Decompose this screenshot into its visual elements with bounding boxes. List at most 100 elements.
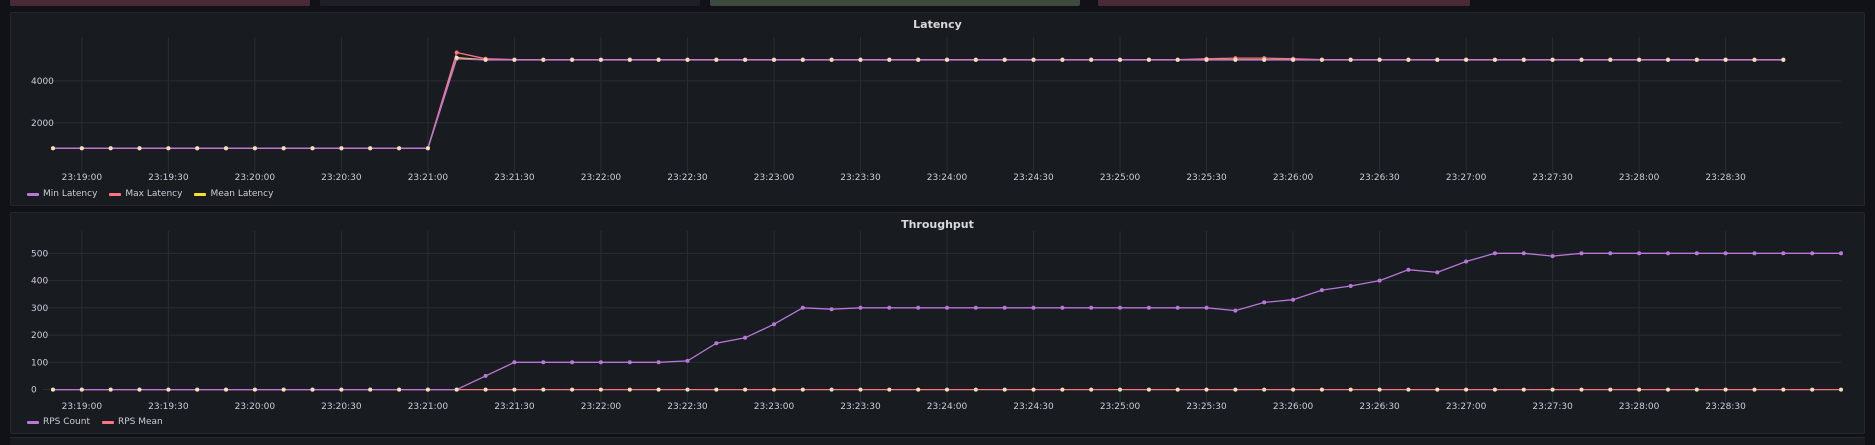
x-tick-label: 23:28:30 (1705, 402, 1746, 412)
data-point-mean-latency (1781, 57, 1786, 62)
legend-item-rps-count[interactable]: RPS Count (27, 417, 90, 427)
data-point-rps-mean (887, 387, 892, 392)
data-point-rps-count (598, 360, 603, 365)
latency-panel[interactable]: Latency 2000 4000 23:19:00 23:19:30 23:20:00… (10, 12, 1865, 206)
data-point-mean-latency (425, 146, 430, 151)
data-point-mean-latency (829, 57, 834, 62)
data-point-rps-count (858, 305, 863, 310)
data-point-mean-latency (1060, 57, 1065, 62)
data-point-rps-mean (1319, 387, 1324, 392)
top-panel-block-2[interactable] (320, 0, 700, 6)
legend-item-min-latency[interactable]: Min Latency (27, 189, 97, 199)
data-point-mean-latency (1666, 57, 1670, 62)
data-point-mean-latency (627, 57, 632, 62)
data-point-rps-mean (51, 387, 55, 392)
x-tick-label: 23:19:30 (148, 402, 189, 412)
data-point-rps-count (1262, 300, 1267, 305)
y-tick-label: 500 (31, 249, 48, 259)
legend-item-mean-latency[interactable]: Mean Latency (194, 189, 273, 199)
data-point-rps-mean (598, 387, 603, 392)
legend-label-rps-count: RPS Count (43, 417, 90, 427)
data-point-rps-count (1118, 305, 1122, 310)
data-point-rps-count (1579, 251, 1584, 256)
legend-label-min-latency: Min Latency (43, 189, 98, 199)
data-point-mean-latency (1002, 57, 1007, 62)
top-panel-block-4[interactable] (1098, 0, 1470, 6)
data-point-mean-latency (1550, 57, 1555, 62)
x-tick-label: 23:22:00 (581, 402, 622, 412)
x-tick-label: 23:23:00 (754, 173, 795, 183)
x-tick-label: 23:26:00 (1273, 173, 1314, 183)
data-point-rps-mean (1608, 387, 1613, 392)
data-point-rps-mean (281, 387, 286, 392)
x-tick-label: 23:25:30 (1186, 173, 1227, 183)
data-point-rps-count (1204, 305, 1209, 310)
data-point-mean-latency (51, 146, 55, 151)
data-point-rps-mean (1521, 387, 1526, 392)
data-point-mean-latency (483, 57, 488, 62)
top-panel-block-3[interactable] (710, 0, 1080, 6)
data-point-rps-mean (973, 387, 978, 392)
y-tick-label: 200 (31, 331, 48, 341)
data-point-rps-count (1031, 305, 1036, 310)
data-point-rps-mean (310, 387, 315, 392)
data-point-mean-latency (1146, 57, 1151, 62)
series-line-mean-latency (53, 57, 1784, 149)
throughput-legend: RPS Count RPS Mean (27, 417, 163, 427)
top-panel-strip (0, 0, 1875, 8)
data-point-rps-count (714, 341, 719, 346)
data-point-rps-count (772, 322, 776, 327)
data-point-rps-count (1550, 254, 1555, 259)
data-point-mean-latency (1579, 57, 1584, 62)
series-line-max-latency (53, 51, 1784, 149)
data-point-rps-count (656, 360, 661, 365)
data-point-mean-latency (108, 146, 113, 151)
data-point-rps-count (1839, 251, 1843, 256)
data-point-rps-count (1608, 251, 1613, 256)
data-point-mean-latency (512, 57, 517, 62)
grid-lines (43, 37, 1841, 173)
data-point-rps-mean (166, 387, 171, 392)
throughput-panel[interactable]: Throughput 0 100 200 300 400 500 23:19:00 23:19… (10, 212, 1865, 434)
grid-lines (43, 231, 1841, 403)
data-point-mean-latency (772, 57, 776, 62)
series-points-mean-latency (51, 55, 1786, 151)
data-point-mean-latency (281, 146, 286, 151)
data-point-rps-count (973, 305, 978, 310)
data-point-mean-latency (252, 146, 257, 151)
legend-swatch-min-latency (27, 192, 39, 196)
legend-item-rps-mean[interactable]: RPS Mean (101, 417, 163, 427)
data-point-rps-mean (800, 387, 805, 392)
data-point-mean-latency (79, 146, 84, 151)
x-tick-label: 23:21:00 (408, 173, 449, 183)
data-point-rps-mean (1694, 387, 1699, 392)
x-tick-label: 23:19:00 (62, 402, 103, 412)
data-point-rps-mean (1464, 387, 1469, 392)
data-point-mean-latency (656, 57, 661, 62)
legend-item-max-latency[interactable]: Max Latency (109, 189, 182, 199)
x-tick-label: 23:21:30 (494, 173, 535, 183)
data-point-mean-latency (1492, 57, 1497, 62)
data-point-mean-latency (598, 57, 603, 62)
data-point-rps-count (1521, 251, 1526, 256)
legend-label-mean-latency: Mean Latency (210, 189, 274, 199)
top-panel-block-1[interactable] (10, 0, 310, 6)
data-point-mean-latency (945, 57, 949, 62)
data-point-rps-count (1752, 251, 1757, 256)
data-point-mean-latency (1464, 57, 1469, 62)
data-point-mean-latency (916, 57, 921, 62)
x-tick-label: 23:21:30 (494, 402, 535, 412)
data-point-rps-mean (1031, 387, 1036, 392)
legend-swatch-rps-mean (101, 420, 114, 424)
data-point-rps-mean (743, 387, 748, 392)
x-tick-label: 23:27:30 (1532, 173, 1573, 183)
data-point-rps-count (829, 307, 834, 312)
x-tick-label: 23:28:00 (1619, 173, 1660, 183)
x-tick-label: 23:23:30 (840, 402, 881, 412)
x-tick-label: 23:20:00 (235, 402, 276, 412)
data-point-mean-latency (1723, 57, 1728, 62)
data-point-rps-mean (483, 387, 488, 392)
data-point-mean-latency (1118, 57, 1122, 62)
data-point-rps-mean (224, 387, 228, 392)
x-tick-label: 23:19:00 (62, 173, 103, 183)
